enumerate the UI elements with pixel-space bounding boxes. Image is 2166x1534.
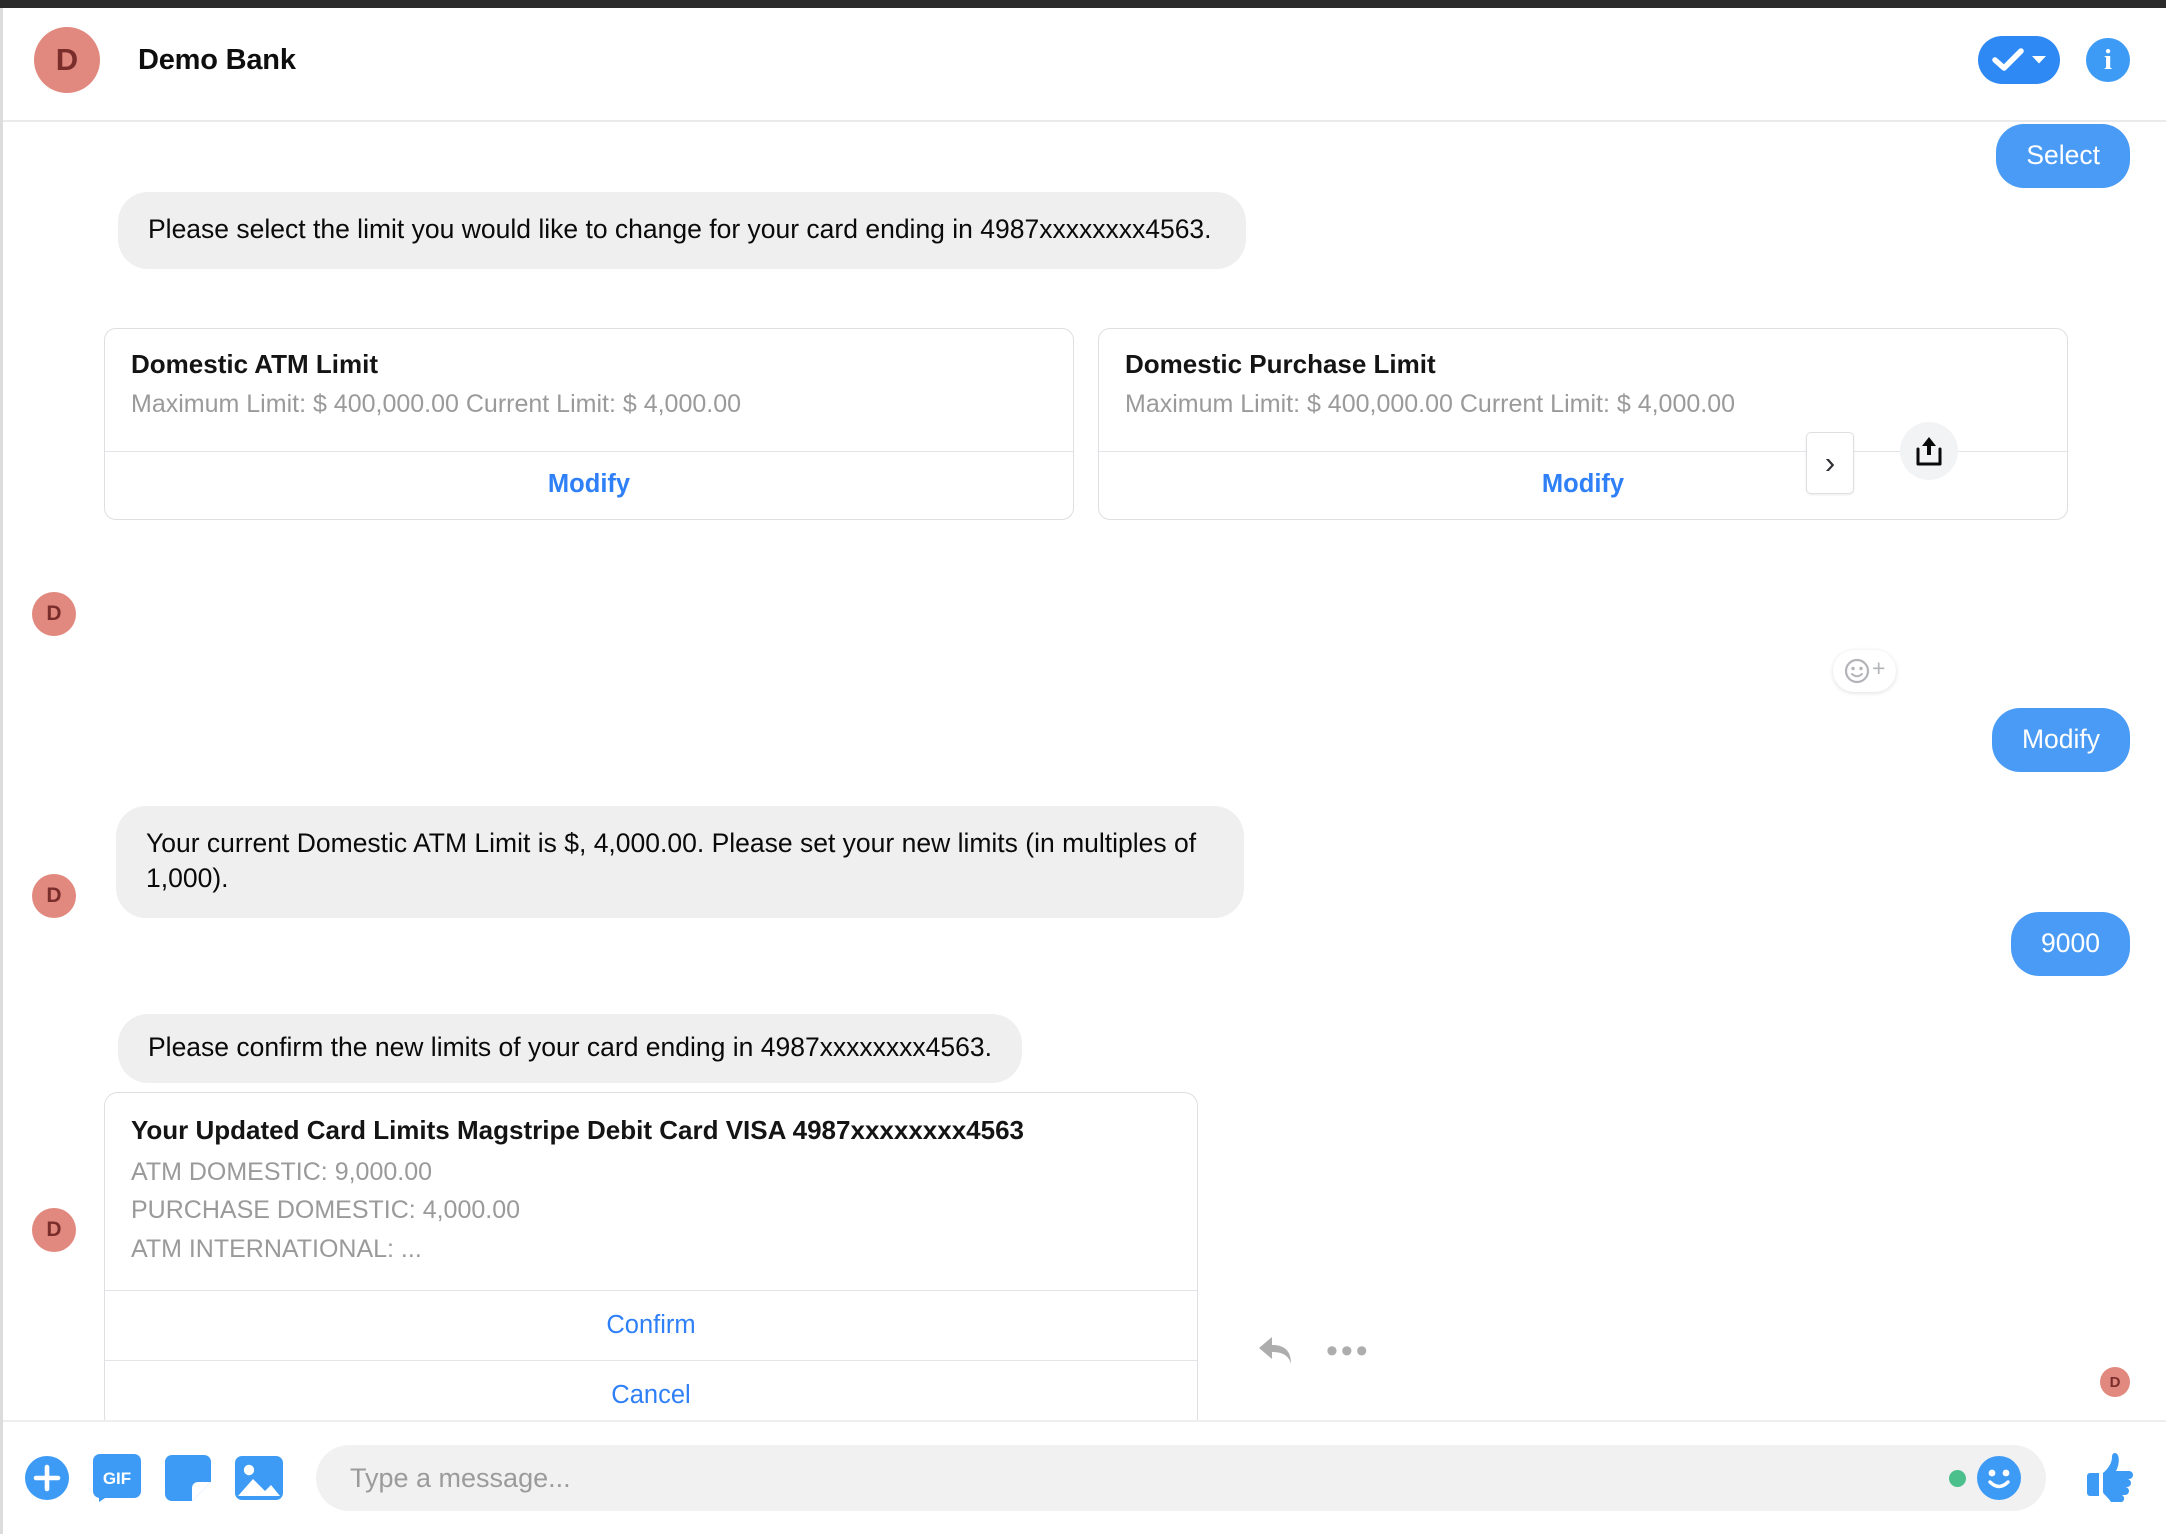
image-icon — [235, 1456, 283, 1500]
add-attachment-button[interactable] — [24, 1455, 70, 1501]
limit-card[interactable]: Domestic ATM Limit Maximum Limit: $ 400,… — [104, 328, 1074, 521]
conversation-info-button[interactable]: i — [2086, 38, 2130, 82]
chevron-down-icon — [2031, 56, 2046, 64]
message-avatar-row: D — [32, 592, 76, 636]
like-button[interactable] — [2084, 1449, 2138, 1508]
share-message-button[interactable] — [1900, 422, 1958, 480]
limit-card-modify-button[interactable]: Modify — [105, 451, 1073, 519]
window-left-rail — [0, 8, 3, 1534]
header-actions: i — [1978, 36, 2130, 84]
message-input[interactable] — [350, 1462, 1949, 1494]
emoji-picker-button[interactable] — [1976, 1455, 2022, 1501]
summary-card-body: Your Updated Card Limits Magstripe Debit… — [105, 1093, 1197, 1290]
message-bubble-incoming[interactable]: Please select the limit you would like t… — [118, 192, 1246, 270]
page-title: Demo Bank — [138, 43, 296, 76]
gif-icon: GIF — [93, 1454, 141, 1502]
avatar: D — [34, 27, 100, 93]
message-input-wrapper[interactable] — [316, 1445, 2046, 1511]
message-bubble-outgoing[interactable]: Select — [1996, 124, 2130, 189]
conversation-header: D Demo Bank i — [0, 0, 2166, 122]
messenger-window: D Demo Bank i Select Please select the l… — [0, 0, 2166, 1534]
cancel-button[interactable]: Cancel — [105, 1359, 1197, 1420]
confirm-button[interactable]: Confirm — [105, 1289, 1197, 1360]
message-bubble-incoming[interactable]: Please confirm the new limits of your ca… — [118, 1014, 1023, 1084]
avatar: D — [32, 1208, 76, 1252]
limit-card-subtitle: Maximum Limit: $ 400,000.00 Current Limi… — [131, 390, 742, 418]
message-row-incoming-confirm-prompt: Please confirm the new limits of your ca… — [118, 1014, 1023, 1084]
limit-card-subtitle: Maximum Limit: $ 400,000.00 Current Limi… — [1125, 390, 1736, 418]
message-row-outgoing-select: Select — [1996, 124, 2130, 189]
thumbs-up-icon — [2087, 1452, 2133, 1502]
message-composer: GIF — [0, 1420, 2166, 1534]
carousel-next-button[interactable]: › — [1806, 432, 1854, 494]
typing-indicator-dot — [1949, 1469, 1966, 1487]
summary-line: PURCHASE DOMESTIC: 4,000.00 — [131, 1196, 521, 1225]
summary-line: ATM DOMESTIC: 9,000.00 — [131, 1158, 433, 1186]
emoji-add-icon — [1844, 658, 1870, 684]
add-reaction-button[interactable]: + — [1833, 650, 1897, 692]
seen-avatar: D — [2100, 1367, 2130, 1397]
limit-card-title: Domestic ATM Limit — [131, 349, 379, 379]
summary-card[interactable]: Your Updated Card Limits Magstripe Debit… — [104, 1092, 1198, 1420]
message-avatar-row: D — [32, 1208, 76, 1252]
message-hover-actions: ••• — [1256, 1333, 1371, 1368]
message-bubble-outgoing[interactable]: 9000 — [2011, 912, 2130, 977]
share-icon — [1916, 437, 1942, 466]
summary-card-title: Your Updated Card Limits Magstripe Debit… — [131, 1115, 1025, 1145]
limit-card-title: Domestic Purchase Limit — [1125, 349, 1436, 379]
message-row-incoming-prompt: Please select the limit you would like t… — [118, 192, 1246, 270]
photo-button[interactable] — [234, 1455, 284, 1501]
sticker-icon — [165, 1455, 211, 1501]
plus-icon: + — [1872, 654, 1886, 681]
info-icon: i — [2103, 43, 2113, 76]
plus-circle-icon — [25, 1456, 69, 1500]
message-thread[interactable]: Select Please select the limit you would… — [0, 122, 2166, 1420]
message-row-outgoing-modify: Modify — [1991, 708, 2130, 773]
sticker-button[interactable] — [164, 1454, 212, 1502]
avatar: D — [32, 874, 76, 919]
message-row-incoming-current-limit: D Your current Domestic ATM Limit is $, … — [32, 806, 1244, 919]
window-top-strip — [0, 0, 2166, 8]
gif-button[interactable]: GIF — [92, 1453, 142, 1503]
message-bubble-incoming[interactable]: Your current Domestic ATM Limit is $, 4,… — [116, 806, 1244, 919]
mark-done-button[interactable] — [1978, 36, 2060, 84]
message-bubble-outgoing[interactable]: Modify — [1991, 708, 2130, 773]
limit-card-body: Domestic ATM Limit Maximum Limit: $ 400,… — [105, 329, 1073, 451]
message-row-outgoing-amount: 9000 — [2011, 912, 2130, 977]
check-icon — [1991, 48, 2024, 71]
avatar: D — [32, 592, 76, 636]
reply-icon[interactable] — [1256, 1334, 1298, 1368]
smiley-icon — [1977, 1456, 2021, 1500]
svg-text:GIF: GIF — [103, 1469, 131, 1488]
summary-line: ATM INTERNATIONAL: ... — [131, 1234, 422, 1263]
more-options-icon[interactable]: ••• — [1326, 1333, 1371, 1368]
